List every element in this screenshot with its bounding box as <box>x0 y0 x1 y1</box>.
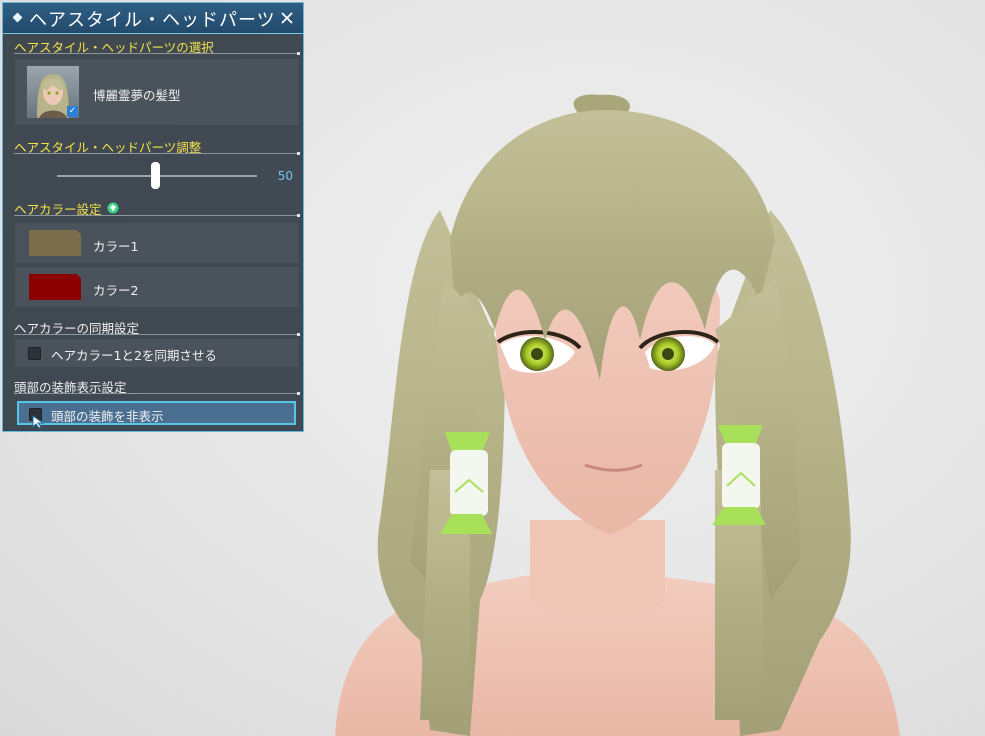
section-heading-head-accessory: 頭部の装飾表示設定 <box>14 376 300 396</box>
title-diamond-icon <box>12 12 23 23</box>
color-2-swatch[interactable] <box>29 274 81 300</box>
hair-color-2-item[interactable]: カラー2 <box>15 267 298 307</box>
check-badge-icon: ✓ <box>67 106 78 117</box>
divider <box>14 52 300 55</box>
color-1-swatch[interactable] <box>29 230 81 256</box>
hair-color-1-item[interactable]: カラー1 <box>15 223 298 263</box>
hide-head-accessory-option[interactable]: 頭部の装飾を非表示 <box>17 401 296 425</box>
gem-icon <box>107 202 119 214</box>
color-2-label: カラー2 <box>93 283 139 298</box>
title-bar[interactable]: ヘアスタイル・ヘッドパーツ <box>3 3 303 34</box>
sync-colors-label: ヘアカラー1と2を同期させる <box>51 348 217 363</box>
sync-colors-option[interactable]: ヘアカラー1と2を同期させる <box>15 339 298 367</box>
section-heading-select: ヘアスタイル・ヘッドパーツの選択 <box>14 36 300 56</box>
section-heading-adjust: ヘアスタイル・ヘッドパーツ調整 <box>14 136 300 156</box>
section-heading-sync: ヘアカラーの同期設定 <box>14 317 300 337</box>
color-1-label: カラー1 <box>93 239 139 254</box>
section-heading-hair-color: ヘアカラー設定 <box>14 198 300 218</box>
divider <box>14 214 300 217</box>
divider <box>14 333 300 336</box>
adjust-slider-knob[interactable] <box>151 162 160 189</box>
divider <box>14 152 300 155</box>
hairstyle-thumbnail: ✓ <box>27 66 79 118</box>
close-icon[interactable] <box>277 8 297 28</box>
divider <box>14 392 300 395</box>
selected-hairstyle-item[interactable]: ✓ 博麗霊夢の髪型 <box>15 59 298 125</box>
sync-colors-checkbox[interactable] <box>28 347 41 360</box>
window-title: ヘアスタイル・ヘッドパーツ <box>29 10 276 31</box>
cursor-icon <box>32 415 45 429</box>
hairstyle-panel: ヘアスタイル・ヘッドパーツ ヘアスタイル・ヘッドパーツの選択 ✓ 博麗霊夢の髪型… <box>2 2 304 432</box>
selected-hairstyle-name: 博麗霊夢の髪型 <box>93 88 181 103</box>
adjust-slider-value: 50 <box>277 169 293 183</box>
hide-head-accessory-label: 頭部の装飾を非表示 <box>51 409 164 424</box>
